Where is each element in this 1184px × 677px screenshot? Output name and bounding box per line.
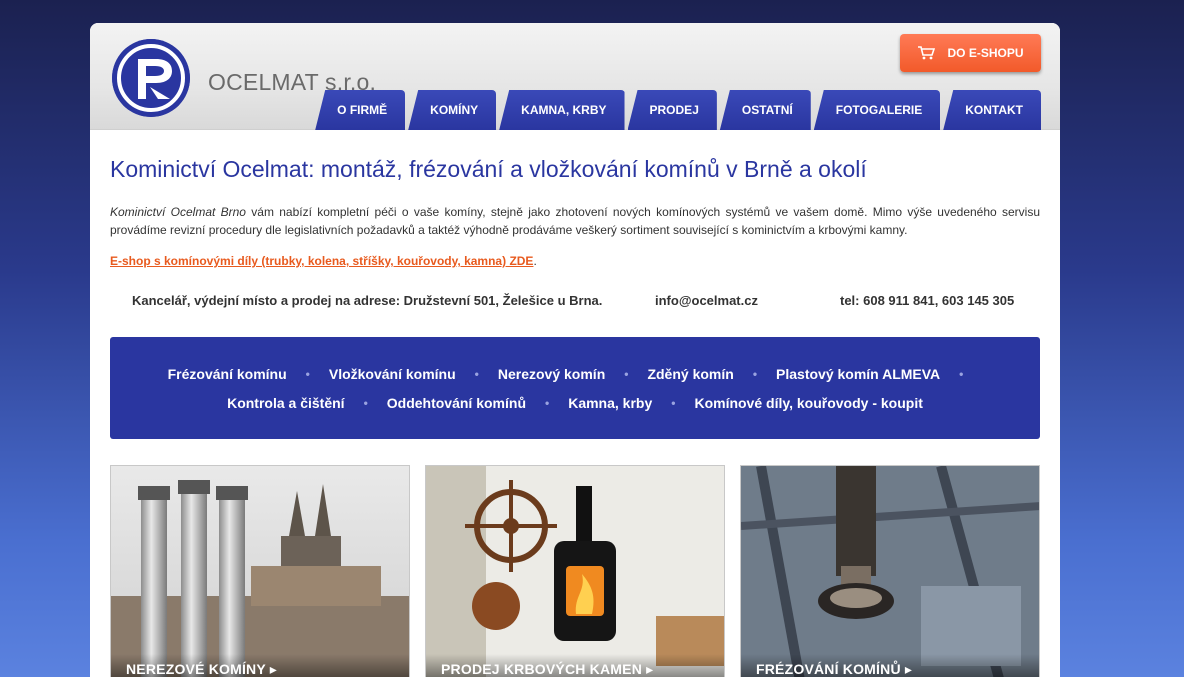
- eshop-button[interactable]: DO E-SHOPU: [900, 34, 1041, 72]
- services-box: Frézování komínu • Vložkování komínu • N…: [110, 337, 1040, 439]
- eshop-link-suffix: .: [533, 254, 537, 268]
- service-link[interactable]: Plastový komín ALMEVA: [776, 366, 940, 382]
- nav-item-o-firme[interactable]: O FIRMĚ: [315, 90, 406, 130]
- intro-emphasis: Kominictví Ocelmat Brno: [110, 205, 246, 219]
- services-row-2: Kontrola a čištění • Oddehtování komínů …: [227, 395, 923, 411]
- eshop-parts-link[interactable]: E-shop s komínovými díly (trubky, kolena…: [110, 254, 533, 268]
- milling-photo: [741, 466, 1039, 677]
- stove-photo: [426, 466, 724, 677]
- tile-caption: NEREZOVÉ KOMÍNY ▸: [111, 654, 409, 677]
- contact-address: Kancelář, výdejní místo a prodej na adre…: [132, 293, 603, 308]
- separator-dot: •: [752, 366, 758, 381]
- service-link[interactable]: Frézování komínu: [168, 366, 287, 382]
- contact-email[interactable]: info@ocelmat.cz: [655, 293, 840, 308]
- separator-dot: •: [624, 366, 629, 381]
- eshop-button-label: DO E-SHOPU: [947, 46, 1024, 60]
- service-link[interactable]: Komínové díly, kouřovody - koupit: [694, 395, 922, 411]
- separator-dot: •: [305, 366, 310, 381]
- nav-item-kominy[interactable]: KOMÍNY: [408, 90, 497, 130]
- page-container: OCELMAT s.r.o. DO E-SHOPU O FIRMĚ KOMÍNY…: [90, 23, 1060, 677]
- services-row-1: Frézování komínu • Vložkování komínu • N…: [168, 366, 983, 382]
- separator-dot: •: [959, 366, 964, 381]
- separator-dot: •: [474, 366, 479, 381]
- site-header: OCELMAT s.r.o. DO E-SHOPU O FIRMĚ KOMÍNY…: [90, 23, 1060, 130]
- intro-paragraph: Kominictví Ocelmat Brno vám nabízí kompl…: [110, 203, 1040, 239]
- cart-icon: [917, 46, 936, 60]
- contact-row: Kancelář, výdejní místo a prodej na adre…: [110, 293, 1040, 308]
- nav-item-ostatni[interactable]: OSTATNÍ: [719, 90, 811, 130]
- intro-text: vám nabízí kompletní péči o vaše komíny,…: [110, 205, 1040, 237]
- tile-caption: PRODEJ KRBOVÝCH KAMEN ▸: [426, 654, 724, 677]
- separator-dot: •: [545, 395, 550, 410]
- nav-item-fotogalerie[interactable]: FOTOGALERIE: [813, 90, 941, 130]
- service-link[interactable]: Vložkování komínu: [329, 366, 456, 382]
- feature-tiles: NEREZOVÉ KOMÍNY ▸ PRODEJ KRBOVÝCH KAMEN …: [110, 465, 1040, 677]
- contact-phone: tel: 608 911 841, 603 145 305: [840, 293, 1015, 308]
- service-link[interactable]: Oddehtování komínů: [387, 395, 526, 411]
- main-nav: O FIRMĚ KOMÍNY KAMNA, KRBY PRODEJ OSTATN…: [315, 90, 1041, 130]
- separator-dot: •: [363, 395, 368, 410]
- main-content: Kominictví Ocelmat: montáž, frézování a …: [90, 130, 1060, 677]
- chimney-photo: [111, 466, 409, 677]
- service-link[interactable]: Kamna, krby: [568, 395, 652, 411]
- page-title: Kominictví Ocelmat: montáž, frézování a …: [110, 156, 867, 182]
- tile-prodej-krbovych-kamen[interactable]: PRODEJ KRBOVÝCH KAMEN ▸: [425, 465, 725, 677]
- eshop-link-row: E-shop s komínovými díly (trubky, kolena…: [110, 239, 1040, 268]
- tile-caption: FRÉZOVÁNÍ KOMÍNŮ ▸: [741, 654, 1039, 677]
- nav-item-kamna-krby[interactable]: KAMNA, KRBY: [499, 90, 625, 130]
- ocelmat-logo[interactable]: [112, 39, 190, 117]
- service-link[interactable]: Zděný komín: [647, 366, 733, 382]
- tile-nerezove-kominy[interactable]: NEREZOVÉ KOMÍNY ▸: [110, 465, 410, 677]
- service-link[interactable]: Kontrola a čištění: [227, 395, 344, 411]
- service-link[interactable]: Nerezový komín: [498, 366, 605, 382]
- nav-item-prodej[interactable]: PRODEJ: [627, 90, 717, 130]
- tile-frezovani-kominu[interactable]: FRÉZOVÁNÍ KOMÍNŮ ▸: [740, 465, 1040, 677]
- nav-item-kontakt[interactable]: KONTAKT: [943, 90, 1041, 130]
- separator-dot: •: [671, 395, 676, 410]
